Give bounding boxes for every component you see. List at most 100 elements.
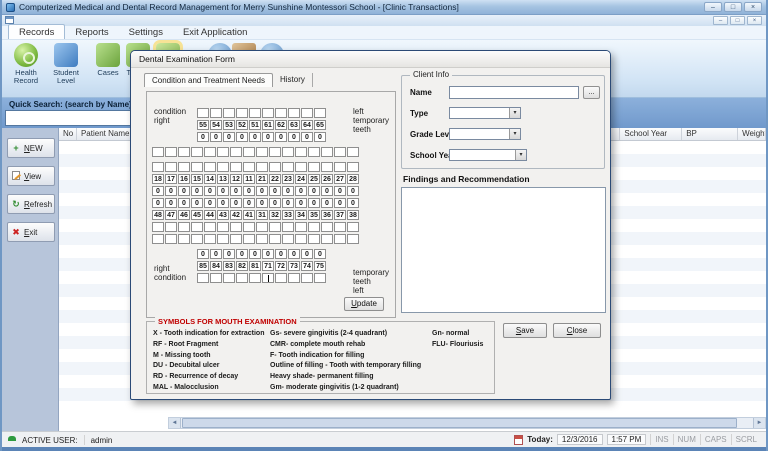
tooth-input-cell[interactable] [178, 222, 190, 232]
tooth-input-cell[interactable] [210, 273, 222, 283]
tooth-input-cell[interactable]: 0 [334, 186, 346, 196]
tooth-input-cell[interactable]: 0 [223, 249, 235, 259]
tooth-input-cell[interactable] [282, 222, 294, 232]
tooth-input-cell[interactable] [191, 234, 203, 244]
save-button[interactable]: Save [503, 323, 547, 338]
tooth-input-cell[interactable]: 0 [249, 249, 261, 259]
tooth-input-cell[interactable]: 0 [152, 198, 164, 208]
tooth-input-cell[interactable] [243, 147, 255, 157]
chevron-down-icon[interactable]: ▾ [509, 129, 520, 139]
tooth-input-cell[interactable] [295, 147, 307, 157]
tooth-input-cell[interactable] [282, 234, 294, 244]
tooth-input-cell[interactable] [288, 108, 300, 118]
tooth-input-cell[interactable] [249, 108, 261, 118]
tooth-input-cell[interactable] [269, 234, 281, 244]
table-header-cell[interactable]: School Year [620, 128, 682, 140]
tooth-input-cell[interactable]: 0 [269, 186, 281, 196]
table-header-cell[interactable]: Weight [738, 128, 766, 140]
tooth-input-cell[interactable] [178, 147, 190, 157]
tooth-input-cell[interactable]: 0 [152, 186, 164, 196]
tooth-input-cell[interactable]: 0 [236, 249, 248, 259]
minimize-button[interactable]: – [704, 2, 722, 12]
tooth-input-cell[interactable] [217, 234, 229, 244]
tooth-input-cell[interactable] [295, 234, 307, 244]
tooth-input-cell[interactable]: 0 [288, 132, 300, 142]
tooth-input-cell[interactable]: 0 [165, 198, 177, 208]
tooth-input-cell[interactable] [223, 108, 235, 118]
tooth-input-cell[interactable]: 0 [275, 249, 287, 259]
tooth-input-cell[interactable]: 0 [301, 132, 313, 142]
tooth-input-cell[interactable] [256, 162, 268, 172]
tooth-input-cell[interactable] [321, 234, 333, 244]
chevron-down-icon[interactable]: ▾ [515, 150, 526, 160]
tooth-input-cell[interactable]: 0 [256, 198, 268, 208]
tooth-input-cell[interactable]: 0 [191, 198, 203, 208]
tooth-input-cell[interactable] [295, 162, 307, 172]
tooth-input-cell[interactable] [347, 234, 359, 244]
table-header-cell[interactable]: No [59, 128, 77, 140]
tooth-input-cell[interactable]: 0 [243, 186, 255, 196]
tooth-input-cell[interactable]: 0 [347, 198, 359, 208]
tooth-input-cell[interactable] [204, 222, 216, 232]
school-year-select[interactable]: ▾ [449, 149, 527, 161]
tooth-input-cell[interactable] [262, 273, 274, 283]
tooth-input-cell[interactable] [334, 234, 346, 244]
tooth-input-cell[interactable] [243, 222, 255, 232]
tooth-input-cell[interactable]: 0 [334, 198, 346, 208]
tooth-input-cell[interactable] [217, 147, 229, 157]
tooth-input-cell[interactable]: 0 [243, 198, 255, 208]
dialog-tab[interactable]: Condition and Treatment Needs [144, 73, 273, 87]
tooth-input-cell[interactable]: 0 [321, 198, 333, 208]
exit-button[interactable]: ✖ Exit [7, 222, 55, 242]
tooth-input-cell[interactable]: 0 [275, 132, 287, 142]
tooth-input-cell[interactable] [191, 147, 203, 157]
tooth-input-cell[interactable] [288, 273, 300, 283]
tooth-input-cell[interactable] [165, 234, 177, 244]
tooth-input-cell[interactable] [334, 147, 346, 157]
tooth-input-cell[interactable] [282, 162, 294, 172]
tooth-input-cell[interactable]: 0 [165, 186, 177, 196]
toolbar-button[interactable]: Health Record [6, 42, 46, 85]
name-input[interactable] [449, 86, 579, 99]
tooth-input-cell[interactable]: 0 [282, 186, 294, 196]
tooth-input-cell[interactable]: 0 [217, 186, 229, 196]
tooth-input-cell[interactable] [236, 108, 248, 118]
tooth-input-cell[interactable] [230, 147, 242, 157]
tooth-input-cell[interactable] [308, 162, 320, 172]
tooth-input-cell[interactable]: 0 [249, 132, 261, 142]
dialog-tab[interactable]: History [273, 73, 313, 87]
tooth-input-cell[interactable] [282, 147, 294, 157]
tooth-input-cell[interactable] [256, 147, 268, 157]
tooth-input-cell[interactable]: 0 [295, 198, 307, 208]
tooth-input-cell[interactable] [308, 147, 320, 157]
tooth-input-cell[interactable] [178, 234, 190, 244]
horizontal-scrollbar[interactable]: ◄ ► [168, 417, 766, 429]
tooth-input-cell[interactable] [236, 273, 248, 283]
view-button[interactable]: View [7, 166, 55, 186]
menu-item[interactable]: Records [8, 24, 65, 39]
tooth-input-cell[interactable] [191, 222, 203, 232]
tooth-input-cell[interactable] [152, 222, 164, 232]
tooth-input-cell[interactable]: 0 [301, 249, 313, 259]
tooth-input-cell[interactable]: 0 [308, 186, 320, 196]
tooth-input-cell[interactable] [308, 222, 320, 232]
table-row[interactable] [59, 401, 766, 414]
tooth-input-cell[interactable] [262, 108, 274, 118]
findings-textarea[interactable] [401, 187, 606, 313]
tooth-input-cell[interactable] [243, 234, 255, 244]
tooth-input-cell[interactable] [321, 222, 333, 232]
tooth-input-cell[interactable]: 0 [314, 132, 326, 142]
tooth-input-cell[interactable] [165, 147, 177, 157]
tooth-input-cell[interactable]: 0 [178, 186, 190, 196]
tooth-input-cell[interactable] [347, 222, 359, 232]
tooth-input-cell[interactable] [178, 162, 190, 172]
tooth-input-cell[interactable] [197, 273, 209, 283]
tooth-input-cell[interactable]: 0 [210, 249, 222, 259]
tooth-input-cell[interactable]: 0 [282, 198, 294, 208]
tooth-input-cell[interactable] [256, 234, 268, 244]
tooth-input-cell[interactable]: 0 [223, 132, 235, 142]
tooth-input-cell[interactable] [334, 162, 346, 172]
update-button[interactable]: Update [344, 297, 384, 311]
child-close-button[interactable]: × [747, 16, 762, 25]
tooth-input-cell[interactable] [314, 108, 326, 118]
